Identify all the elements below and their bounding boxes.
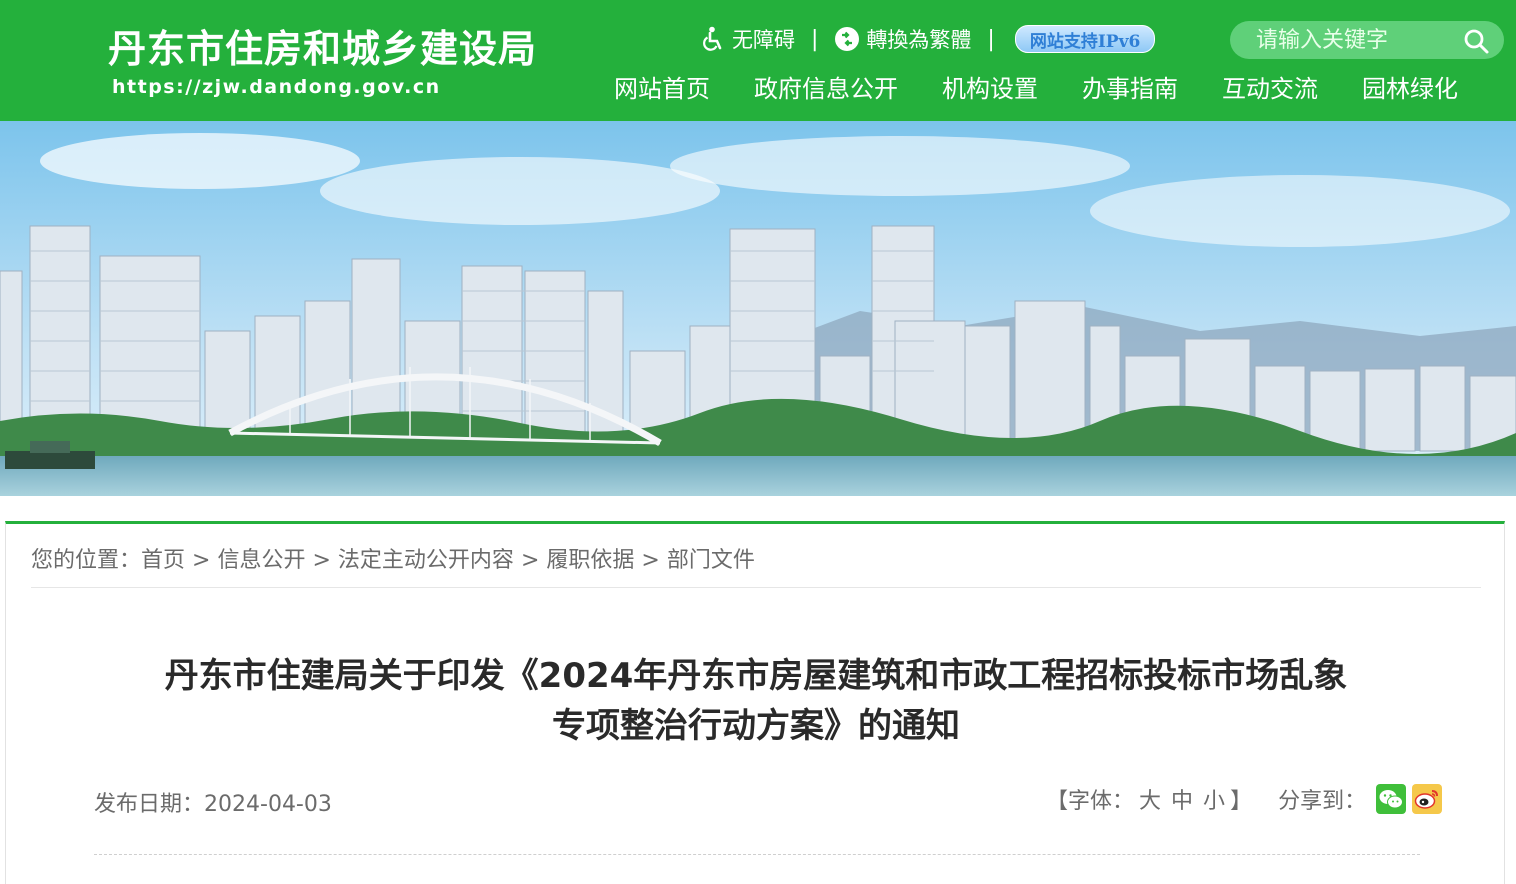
breadcrumb-separator: >	[641, 548, 660, 573]
convert-icon	[834, 26, 860, 52]
content-panel: 您的位置：首页 > 信息公开 > 法定主动公开内容 > 履职依据 > 部门文件 丹东市住建局关于…	[5, 521, 1505, 884]
nav-item-home[interactable]: 网站首页	[614, 71, 710, 107]
wechat-icon[interactable]	[1376, 784, 1407, 814]
tool-separator: |	[987, 26, 995, 52]
article-title-line2: 专项整治行动方案》的通知	[552, 706, 960, 746]
breadcrumb-prefix: 您的位置：	[31, 548, 142, 573]
font-size-small[interactable]: 小	[1203, 783, 1225, 815]
tool-separator: |	[811, 26, 819, 52]
weibo-icon[interactable]	[1412, 784, 1443, 814]
publish-date: 发布日期：2024-04-03	[94, 786, 332, 818]
share-label: 分享到：	[1278, 789, 1367, 814]
accessibility-label: 无障碍	[732, 28, 795, 52]
accessibility-link[interactable]: 无障碍	[700, 24, 795, 54]
font-size-open: 【字体：	[1046, 789, 1135, 814]
nav-item-interaction[interactable]: 互动交流	[1222, 71, 1318, 107]
nav-item-organization[interactable]: 机构设置	[942, 71, 1038, 107]
breadcrumb-divider	[31, 587, 1481, 588]
ipv6-badge: 网站支持IPv6	[1014, 25, 1156, 53]
search-icon[interactable]	[1462, 27, 1490, 55]
main-nav: 网站首页 政府信息公开 机构设置 办事指南 互动交流 园林绿化	[614, 71, 1458, 107]
nav-item-greening[interactable]: 园林绿化	[1362, 71, 1458, 107]
traditional-chinese-link[interactable]: 轉換為繁體	[834, 24, 971, 54]
meta-divider	[94, 854, 1420, 855]
article-title-line1: 丹东市住建局关于印发《2024年丹东市房屋建筑和市政工程招标投标市场乱象	[164, 656, 1348, 696]
breadcrumb-separator: >	[192, 548, 211, 573]
nav-item-gov-info[interactable]: 政府信息公开	[754, 71, 898, 107]
breadcrumb-statutory-content[interactable]: 法定主动公开内容	[338, 548, 514, 573]
breadcrumb-info-public[interactable]: 信息公开	[217, 548, 305, 573]
breadcrumb-department-docs[interactable]: 部门文件	[667, 548, 755, 573]
publish-date-label: 发布日期：	[94, 792, 205, 817]
breadcrumb-separator: >	[520, 548, 540, 573]
site-header: 丹东市住房和城乡建设局 https://zjw.dandong.gov.cn 无…	[0, 0, 1516, 121]
font-size-medium[interactable]: 中	[1171, 783, 1193, 815]
breadcrumb-home[interactable]: 首页	[141, 548, 185, 573]
search-box	[1230, 21, 1504, 59]
top-tools: 无障碍 | 轉換為繁體 | 网站支持IPv6	[700, 22, 1156, 56]
article-title: 丹东市住建局关于印发《2024年丹东市房屋建筑和市政工程招标投标市场乱象 专项整…	[66, 651, 1446, 751]
nav-item-guide[interactable]: 办事指南	[1082, 71, 1178, 107]
font-size-close: 】	[1230, 789, 1253, 814]
article-tools: 【字体： 大 中 小 】 分享到：	[1046, 782, 1443, 816]
breadcrumb-duty-basis[interactable]: 履职依据	[546, 548, 634, 573]
search-input[interactable]	[1254, 26, 1458, 54]
font-size-large[interactable]: 大	[1139, 783, 1161, 815]
city-banner-image	[0, 121, 1516, 496]
wheelchair-icon	[700, 26, 726, 52]
site-url: https://zjw.dandong.gov.cn	[112, 76, 441, 98]
breadcrumb: 您的位置：首页 > 信息公开 > 法定主动公开内容 > 履职依据 > 部门文件	[31, 542, 755, 574]
breadcrumb-separator: >	[312, 548, 331, 573]
publish-date-value: 2024-04-03	[204, 792, 332, 817]
site-name: 丹东市住房和城乡建设局	[108, 26, 538, 71]
traditional-label: 轉換為繁體	[866, 28, 972, 52]
